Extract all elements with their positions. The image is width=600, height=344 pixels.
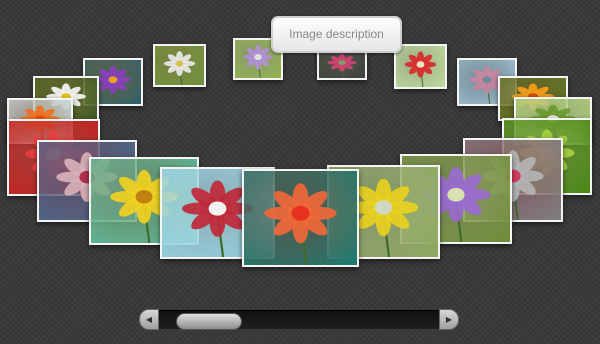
image-description-tooltip: Image description xyxy=(271,16,402,53)
flower-photo xyxy=(319,50,365,78)
arrow-right-icon: ▶ xyxy=(445,315,453,324)
scroll-left-button[interactable]: ◀ xyxy=(139,309,159,330)
scrollbar-thumb[interactable] xyxy=(176,313,242,330)
scroll-right-button[interactable]: ▶ xyxy=(439,309,459,330)
gallery-scrollbar[interactable]: ◀ ▶ xyxy=(139,309,459,330)
flower-photo xyxy=(155,46,204,85)
arrow-left-icon: ◀ xyxy=(145,315,153,324)
scrollbar-track[interactable] xyxy=(159,310,439,330)
gallery-thumbnail[interactable] xyxy=(153,44,206,87)
gallery-thumbnail[interactable] xyxy=(242,169,359,267)
flower-photo xyxy=(396,46,445,87)
flower-photo xyxy=(244,171,357,265)
gallery-thumbnail[interactable] xyxy=(394,44,447,89)
